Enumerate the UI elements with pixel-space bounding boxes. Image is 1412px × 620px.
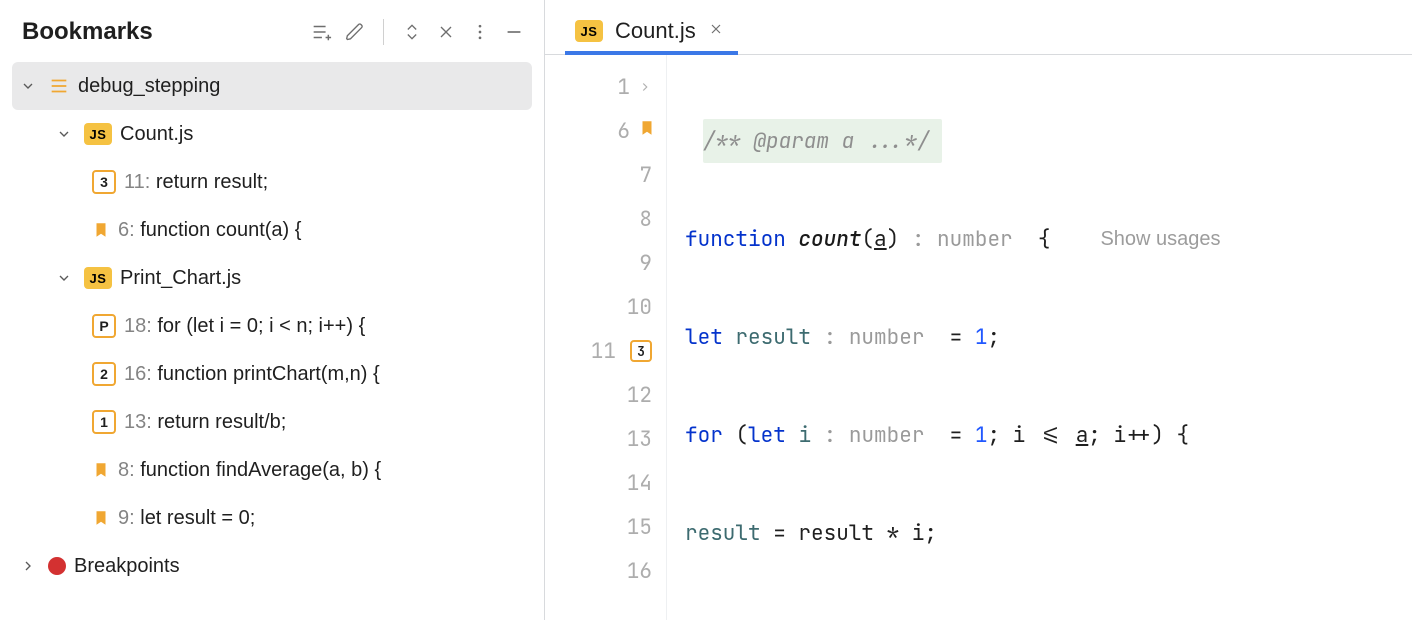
bookmark-text: 13: return result/b;: [124, 411, 286, 434]
bookmark-item[interactable]: P 18: for (let i = 0; i < n; i++) {: [12, 302, 532, 350]
more-icon[interactable]: [468, 20, 492, 44]
line-number[interactable]: 11: [591, 338, 616, 365]
js-file-icon: JS: [84, 123, 112, 145]
editor-pane: JS Count.js 1 6 7 8 9 10 11 3 12 13 14 15…: [545, 0, 1412, 620]
tree-group[interactable]: debug_stepping: [12, 62, 532, 110]
bookmark-icon: [92, 459, 110, 481]
fold-icon[interactable]: [638, 74, 652, 101]
code-content[interactable]: /** @param a ...*/ function count(a) : n…: [667, 55, 1412, 620]
mnemonic-badge: 2: [92, 362, 116, 386]
chevron-down-icon[interactable]: [16, 74, 40, 98]
tree-file[interactable]: JS Count.js: [12, 110, 532, 158]
panel-title: Bookmarks: [22, 18, 153, 46]
breakpoints-group[interactable]: Breakpoints: [12, 542, 532, 590]
bookmarks-panel: Bookmarks: [0, 0, 545, 620]
bookmark-text: 18: for (let i = 0; i < n; i++) {: [124, 315, 365, 338]
edit-icon[interactable]: [343, 20, 367, 44]
mnemonic-badge: 3: [92, 170, 116, 194]
line-number[interactable]: 8: [639, 206, 652, 233]
bookmark-list-icon: [48, 75, 70, 97]
breakpoint-icon: [48, 557, 66, 575]
bookmark-text: 8: function findAverage(a, b) {: [118, 459, 381, 482]
line-number[interactable]: 6: [617, 118, 630, 145]
line-number[interactable]: 13: [627, 426, 652, 453]
add-list-icon[interactable]: [309, 20, 333, 44]
js-file-icon: JS: [575, 20, 603, 42]
line-number[interactable]: 14: [627, 470, 652, 497]
breakpoints-label: Breakpoints: [74, 555, 180, 578]
bookmark-item[interactable]: 9: let result = 0;: [12, 494, 532, 542]
close-icon[interactable]: [708, 20, 724, 43]
line-number[interactable]: 7: [639, 162, 652, 189]
mnemonic-badge: P: [92, 314, 116, 338]
doc-comment: /** @param a ...*/: [703, 119, 942, 163]
mnemonic-badge: 1: [92, 410, 116, 434]
code-area[interactable]: 1 6 7 8 9 10 11 3 12 13 14 15 16 /** @par…: [545, 55, 1412, 620]
panel-header: Bookmarks: [0, 0, 544, 58]
chevron-down-icon[interactable]: [52, 122, 76, 146]
line-number[interactable]: 9: [639, 250, 652, 277]
tab-bar: JS Count.js: [545, 0, 1412, 55]
mnemonic-badge[interactable]: 3: [630, 340, 652, 362]
bookmark-item[interactable]: 1 13: return result/b;: [12, 398, 532, 446]
bookmark-text: 16: function printChart(m,n) {: [124, 363, 380, 386]
bookmark-icon[interactable]: [638, 117, 656, 146]
file-name: Print_Chart.js: [120, 267, 241, 290]
line-number[interactable]: 12: [627, 382, 652, 409]
line-number[interactable]: 1: [617, 74, 630, 101]
line-number[interactable]: 15: [627, 514, 652, 541]
tab-count-js[interactable]: JS Count.js: [565, 12, 738, 54]
line-number[interactable]: 16: [627, 558, 652, 585]
file-name: Count.js: [120, 123, 193, 146]
bookmark-item[interactable]: 3 11: return result;: [12, 158, 532, 206]
chevron-down-icon[interactable]: [52, 266, 76, 290]
js-file-icon: JS: [84, 267, 112, 289]
bookmarks-tree: debug_stepping JS Count.js 3 11: return …: [0, 58, 544, 600]
tree-file[interactable]: JS Print_Chart.js: [12, 254, 532, 302]
bookmark-item[interactable]: 6: function count(a) {: [12, 206, 532, 254]
group-label: debug_stepping: [78, 75, 220, 98]
bookmark-item[interactable]: 8: function findAverage(a, b) {: [12, 446, 532, 494]
tab-label: Count.js: [615, 18, 696, 44]
chevron-right-icon[interactable]: [16, 554, 40, 578]
bookmark-text: 9: let result = 0;: [118, 507, 255, 530]
delete-icon[interactable]: [434, 20, 458, 44]
expand-collapse-icon[interactable]: [400, 20, 424, 44]
show-usages-link[interactable]: Show usages: [1100, 228, 1220, 251]
minimize-icon[interactable]: [502, 20, 526, 44]
gutter[interactable]: 1 6 7 8 9 10 11 3 12 13 14 15 16: [545, 55, 667, 620]
bookmark-icon: [92, 219, 110, 241]
bookmark-icon: [92, 507, 110, 529]
bookmark-item[interactable]: 2 16: function printChart(m,n) {: [12, 350, 532, 398]
line-number[interactable]: 10: [627, 294, 652, 321]
bookmark-text: 11: return result;: [124, 171, 268, 194]
bookmark-text: 6: function count(a) {: [118, 219, 301, 242]
separator: [383, 19, 384, 45]
